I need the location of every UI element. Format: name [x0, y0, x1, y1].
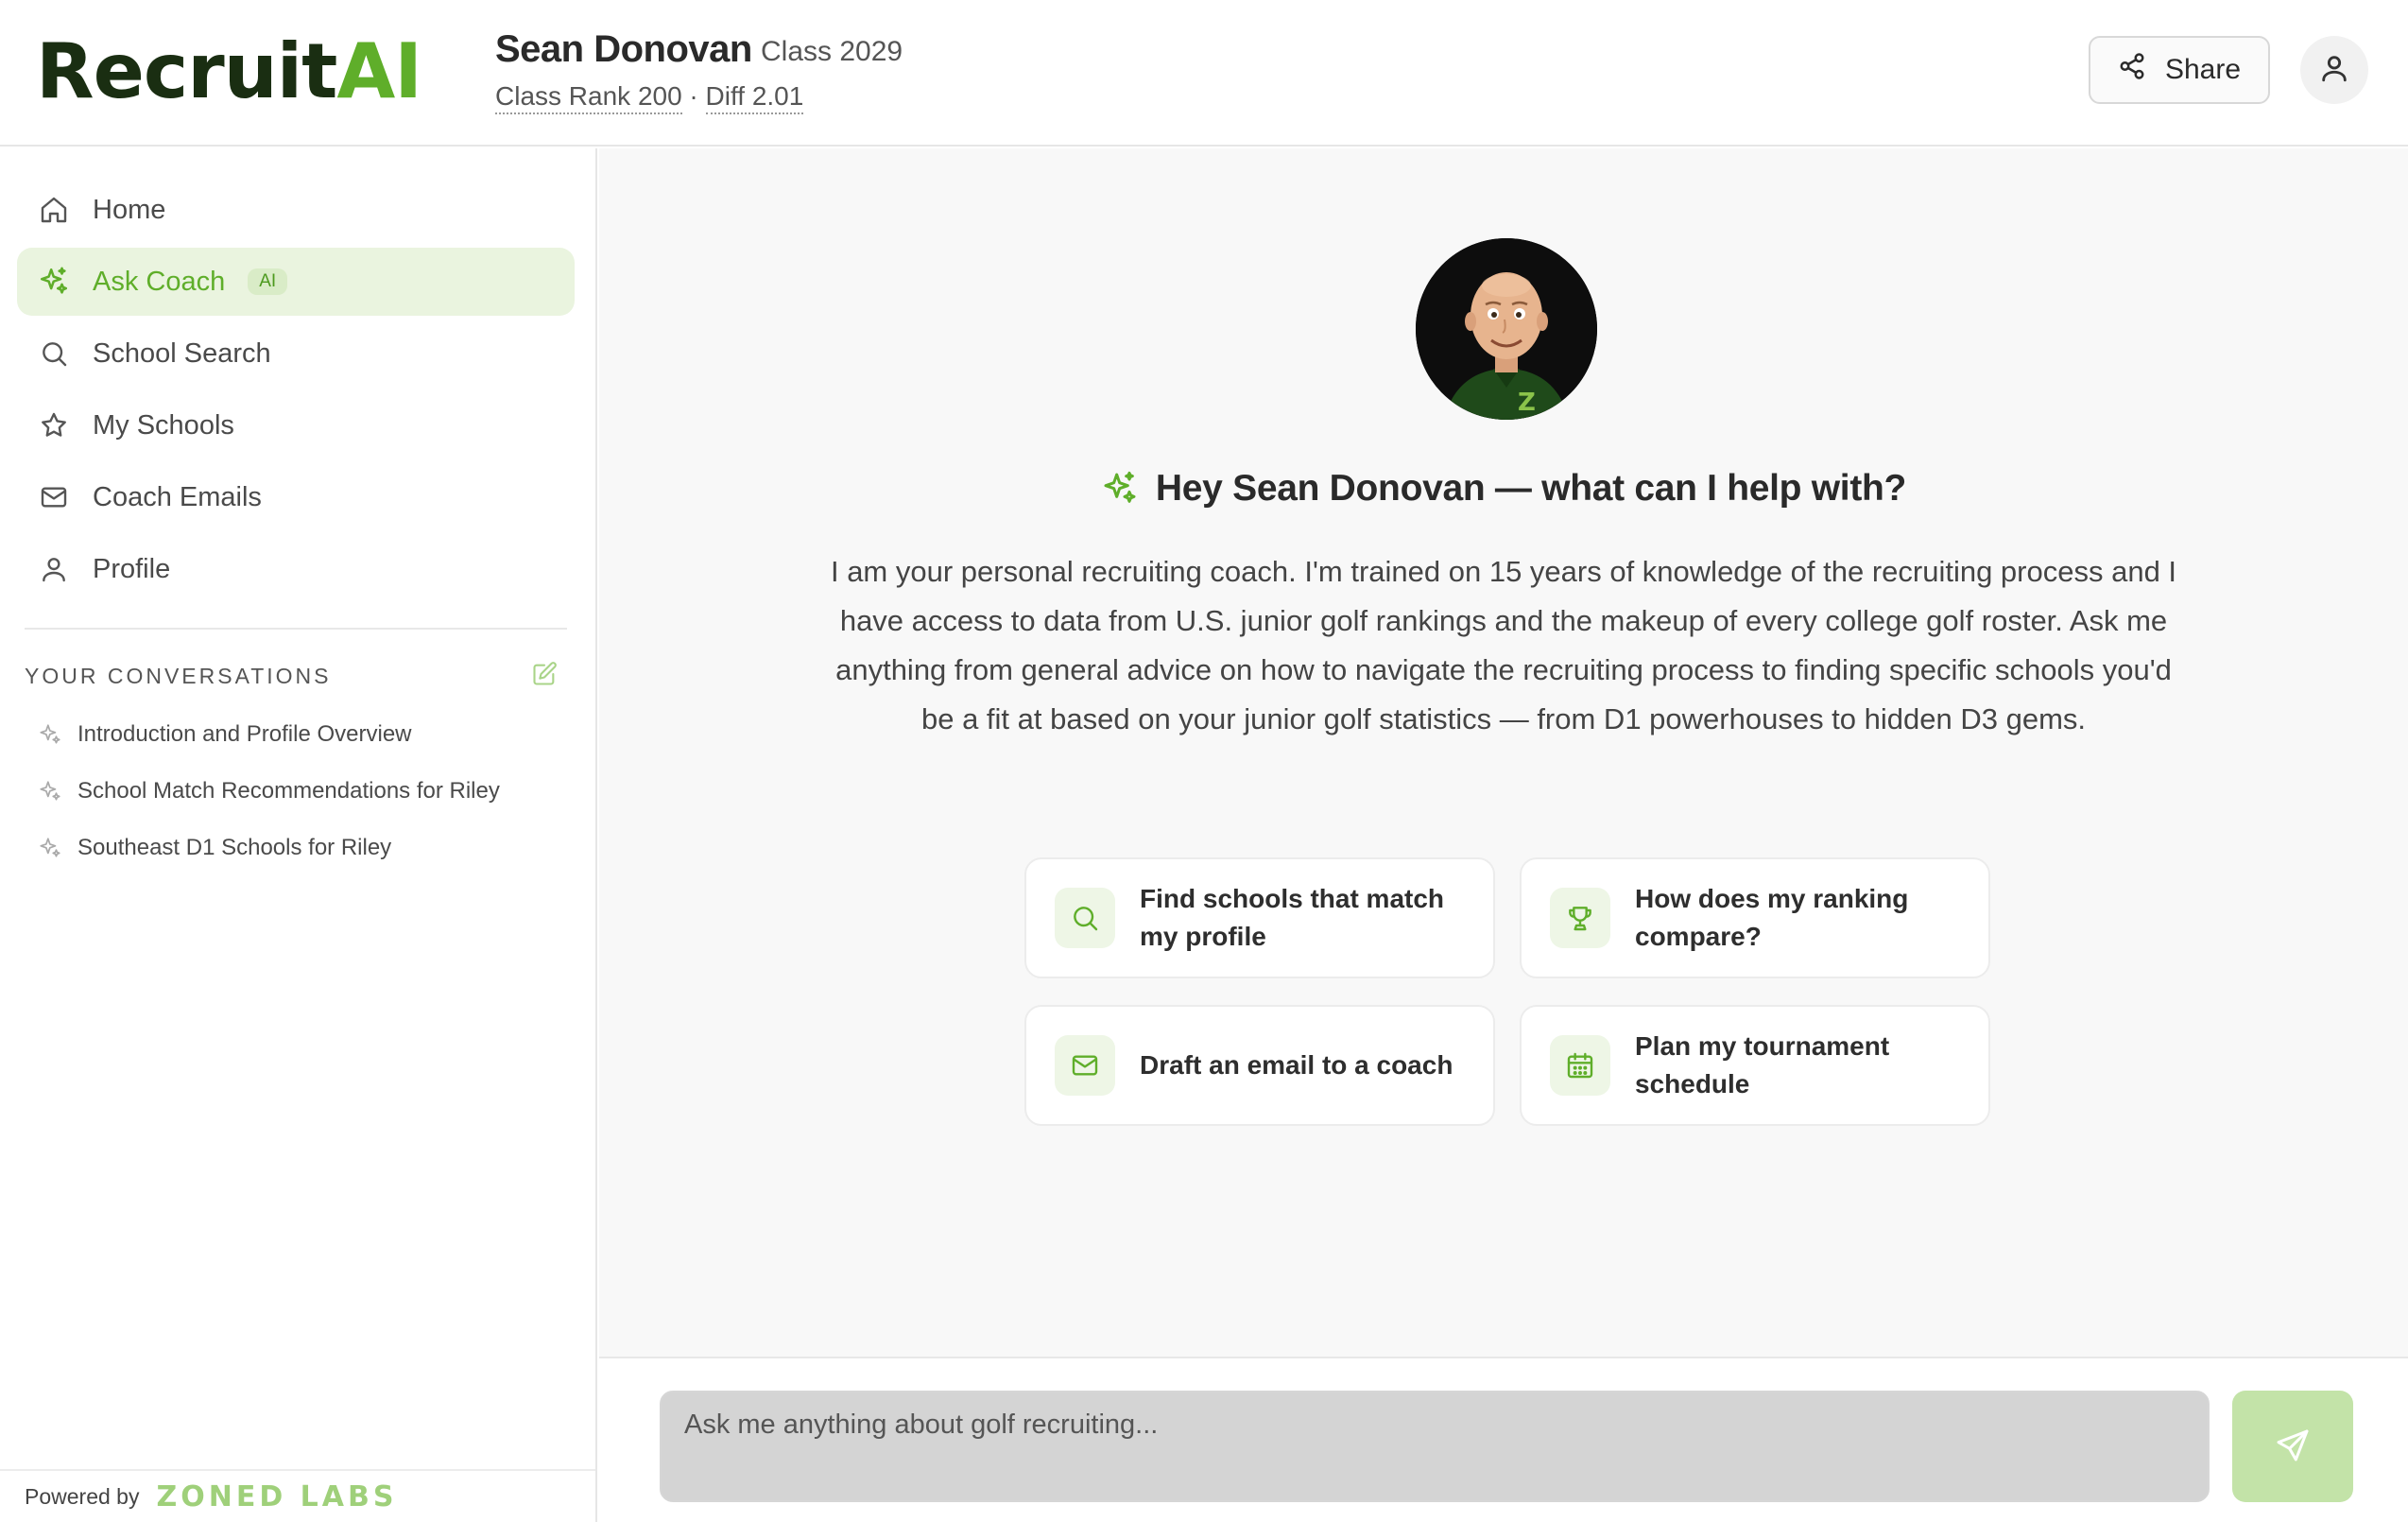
coach-intro-text: I am your personal recruiting coach. I'm…	[830, 555, 2177, 735]
conversations-heading: YOUR CONVERSATIONS	[25, 664, 332, 688]
send-button[interactable]	[2232, 1391, 2353, 1502]
nav-school-search-label: School Search	[93, 337, 271, 369]
send-icon	[2274, 1427, 2312, 1467]
zoned-labs-logo[interactable]: ZONED LABS	[156, 1480, 397, 1513]
powered-by-text: Powered by	[25, 1483, 140, 1509]
top-header: RecruitAI Sean Donovan Class 2029 Class …	[0, 0, 2408, 147]
nav-profile-label: Profile	[93, 553, 171, 584]
suggestion-label: Draft an email to a coach	[1140, 1050, 1453, 1080]
suggestion-label: How does my ranking compare?	[1635, 884, 1909, 951]
share-button[interactable]: Share	[2089, 36, 2270, 104]
trophy-icon	[1550, 888, 1610, 948]
sparkle-icon	[38, 722, 62, 747]
suggestion-find-schools[interactable]: Find schools that match my profile	[1024, 857, 1495, 978]
star-icon	[38, 409, 70, 441]
chat-input[interactable]	[660, 1391, 2210, 1502]
new-conversation-button[interactable]	[531, 661, 558, 687]
handicap-diff[interactable]: Diff 2.01	[705, 81, 804, 114]
suggestion-plan-schedule[interactable]: Plan my tournament schedule	[1520, 1005, 1990, 1126]
class-rank[interactable]: Class Rank 200	[495, 81, 682, 114]
sidebar: Home Ask Coach AI School Search My Schoo…	[0, 148, 597, 1522]
mail-icon	[1055, 1035, 1115, 1096]
conversation-title: Southeast D1 Schools for Riley	[77, 835, 392, 860]
nav-coach-emails[interactable]: Coach Emails	[17, 463, 575, 531]
nav-school-search[interactable]: School Search	[17, 320, 575, 388]
player-class: Class 2029	[761, 36, 903, 67]
nav-home[interactable]: Home	[17, 176, 575, 244]
mail-icon	[38, 481, 70, 513]
ai-badge: AI	[248, 268, 288, 295]
greeting-text: Hey Sean Donovan — what can I help with?	[1155, 468, 1907, 509]
conversation-item[interactable]: School Match Recommendations for Riley	[38, 778, 500, 804]
nav-home-label: Home	[93, 194, 166, 225]
share-label: Share	[2164, 54, 2242, 85]
nav-my-schools-label: My Schools	[93, 409, 234, 441]
calendar-icon	[1550, 1035, 1610, 1096]
player-stats: Class Rank 200 · Diff 2.01	[495, 81, 804, 114]
suggestion-draft-email[interactable]: Draft an email to a coach	[1024, 1005, 1495, 1126]
recruitai-logo[interactable]: RecruitAI	[36, 34, 422, 110]
nav-profile[interactable]: Profile	[17, 535, 575, 603]
suggestion-ranking-compare[interactable]: How does my ranking compare?	[1520, 857, 1990, 978]
powered-by-footer: Powered by ZONED LABS	[0, 1469, 595, 1522]
conversation-title: Introduction and Profile Overview	[77, 721, 412, 747]
chat-input-bar	[599, 1357, 2408, 1522]
suggestion-label: Find schools that match my profile	[1140, 884, 1445, 951]
conversation-item[interactable]: Introduction and Profile Overview	[38, 721, 412, 748]
search-icon	[1055, 888, 1115, 948]
player-name: Sean Donovan	[495, 28, 752, 70]
share-icon	[2118, 52, 2146, 88]
greeting-heading: Hey Sean Donovan — what can I help with?	[599, 468, 2408, 510]
suggestion-label: Plan my tournament schedule	[1635, 1031, 1890, 1098]
nav-ask-coach[interactable]: Ask Coach AI	[17, 248, 575, 316]
user-icon	[2318, 52, 2350, 89]
user-menu-button[interactable]	[2300, 36, 2368, 104]
sparkle-icon	[38, 266, 70, 298]
chat-main: Z Hey Sean Donovan — what can I help wit…	[599, 148, 2408, 1357]
user-icon	[38, 553, 70, 585]
sparkle-icon	[38, 779, 62, 804]
sparkle-icon	[38, 836, 62, 860]
svg-text:Z: Z	[1518, 389, 1536, 417]
home-icon	[38, 194, 70, 226]
conversation-title: School Match Recommendations for Riley	[77, 778, 500, 804]
nav-my-schools[interactable]: My Schools	[17, 391, 575, 459]
conversation-item[interactable]: Southeast D1 Schools for Riley	[38, 835, 391, 861]
edit-icon	[531, 662, 558, 691]
nav-ask-coach-label: Ask Coach	[93, 266, 226, 297]
search-icon	[38, 337, 70, 370]
nav-coach-emails-label: Coach Emails	[93, 481, 262, 512]
sparkle-icon	[1101, 470, 1139, 508]
coach-avatar: Z	[1416, 238, 1597, 420]
sidebar-divider	[25, 628, 567, 630]
